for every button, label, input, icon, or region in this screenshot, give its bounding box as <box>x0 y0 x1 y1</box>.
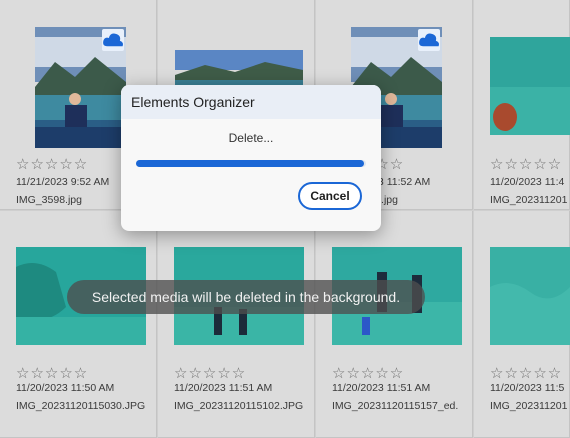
media-cell[interactable]: ☆☆☆☆☆ 11/20/2023 11:5 IMG_202311201 <box>474 211 570 438</box>
rating-stars[interactable]: ☆☆☆☆☆ <box>490 155 562 173</box>
media-cell[interactable]: ☆☆☆☆☆ 11/20/2023 11:51 AM IMG_2023112011… <box>158 211 315 438</box>
photo-date: 11/20/2023 11:50 AM <box>16 382 115 394</box>
photo-filename: IMG_202311201 <box>490 400 568 412</box>
photo-filename: IMG_20231120115157_ed. <box>332 400 459 412</box>
photo-date: 11/21/2023 9:52 AM <box>16 176 110 188</box>
rating-stars[interactable]: ☆☆☆☆☆ <box>490 364 562 382</box>
cloud-icon <box>102 29 124 51</box>
rating-stars[interactable]: ☆☆☆☆☆ <box>174 364 246 382</box>
media-cell[interactable]: ☆☆☆☆☆ 11/20/2023 11:51 AM IMG_2023112011… <box>316 211 473 438</box>
media-cell[interactable]: ☆☆☆☆☆ 11/20/2023 11:50 AM IMG_2023112011… <box>0 211 157 438</box>
media-cell[interactable]: ☆☆☆☆☆ 11/20/2023 11:4 IMG_202311201 <box>474 0 570 210</box>
photo-date: 11/20/2023 11:5 <box>490 382 565 394</box>
photo-filename: IMG_202311201 <box>490 194 568 206</box>
photo-date: 11/20/2023 11:51 AM <box>332 382 431 394</box>
background-delete-toast: Selected media will be deleted in the ba… <box>67 280 425 314</box>
cloud-icon <box>418 29 440 51</box>
photo-date: 11/20/2023 11:51 AM <box>174 382 273 394</box>
photo-filename: IMG_20231120115102.JPG <box>174 400 304 412</box>
delete-progress-dialog: Elements Organizer Delete... Cancel <box>121 85 381 231</box>
thumbnail-landscape-photo[interactable] <box>175 50 303 90</box>
thumbnail-boat-photo[interactable] <box>35 27 126 148</box>
rating-stars[interactable]: ☆☆☆☆☆ <box>332 364 404 382</box>
thumbnail-underwater-photo[interactable] <box>490 37 570 135</box>
delete-progress-bar <box>136 160 366 167</box>
thumbnail-underwater-photo[interactable] <box>490 247 570 345</box>
dialog-message: Delete... <box>228 131 274 145</box>
dialog-title: Elements Organizer <box>121 85 381 119</box>
rating-stars[interactable]: ☆☆☆☆☆ <box>16 155 88 173</box>
photo-date: 11/20/2023 11:4 <box>490 176 565 188</box>
cancel-button[interactable]: Cancel <box>298 182 362 210</box>
progress-fill <box>136 160 364 167</box>
photo-filename: IMG_3598.jpg <box>16 194 82 206</box>
photo-filename: IMG_20231120115030.JPG <box>16 400 146 412</box>
rating-stars[interactable]: ☆☆☆☆☆ <box>16 364 88 382</box>
